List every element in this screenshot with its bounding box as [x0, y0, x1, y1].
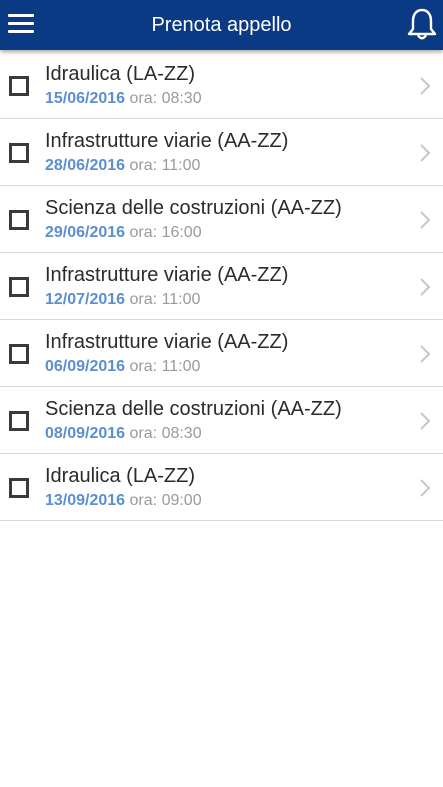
exam-row[interactable]: Idraulica (LA-ZZ) 13/09/2016 ora: 09:00	[0, 454, 443, 521]
exam-name: Scienza delle costruzioni (AA-ZZ)	[45, 398, 342, 420]
exam-name: Infrastrutture viarie (AA-ZZ)	[45, 130, 289, 152]
time-label: ora:	[129, 492, 158, 509]
exam-date: 13/09/2016	[45, 492, 126, 509]
exam-meta: 06/09/2016 ora: 11:00	[45, 357, 200, 377]
app-header: Prenota appello	[0, 0, 443, 50]
exam-time: 11:00	[161, 358, 201, 375]
bell-icon[interactable]	[403, 5, 441, 43]
exam-date: 28/06/2016	[45, 157, 126, 174]
exam-row[interactable]: Infrastrutture viarie (AA-ZZ) 06/09/2016…	[0, 320, 443, 387]
exam-meta: 12/07/2016 ora: 11:00	[45, 290, 200, 310]
checkbox[interactable]	[9, 478, 29, 498]
exam-meta: 28/06/2016 ora: 11:00	[45, 156, 200, 176]
exam-time: 09:00	[161, 492, 202, 509]
exam-row[interactable]: Idraulica (LA-ZZ) 15/06/2016 ora: 08:30	[0, 52, 443, 119]
page-title: Prenota appello	[151, 14, 292, 36]
exam-name: Idraulica (LA-ZZ)	[45, 465, 196, 487]
checkbox[interactable]	[9, 411, 29, 431]
exam-date: 08/09/2016	[45, 425, 126, 442]
exam-time: 08:30	[161, 425, 202, 442]
exam-time: 08:30	[161, 90, 202, 107]
checkbox[interactable]	[9, 76, 29, 96]
exam-meta: 29/06/2016 ora: 16:00	[45, 223, 202, 243]
exam-name: Infrastrutture viarie (AA-ZZ)	[45, 331, 289, 353]
chevron-right-icon	[420, 479, 431, 497]
checkbox[interactable]	[9, 210, 29, 230]
exam-list: Idraulica (LA-ZZ) 15/06/2016 ora: 08:30 …	[0, 52, 443, 521]
exam-row[interactable]: Infrastrutture viarie (AA-ZZ) 12/07/2016…	[0, 253, 443, 320]
exam-date: 12/07/2016	[45, 291, 126, 308]
exam-name: Scienza delle costruzioni (AA-ZZ)	[45, 197, 342, 219]
exam-row[interactable]: Scienza delle costruzioni (AA-ZZ) 08/09/…	[0, 387, 443, 454]
chevron-right-icon	[420, 77, 431, 95]
time-label: ora:	[129, 157, 158, 174]
exam-date: 06/09/2016	[45, 358, 126, 375]
exam-time: 11:00	[161, 291, 201, 308]
exam-meta: 13/09/2016 ora: 09:00	[45, 491, 202, 511]
chevron-right-icon	[420, 211, 431, 229]
time-label: ora:	[129, 291, 158, 308]
exam-row[interactable]: Infrastrutture viarie (AA-ZZ) 28/06/2016…	[0, 119, 443, 186]
checkbox[interactable]	[9, 344, 29, 364]
chevron-right-icon	[420, 345, 431, 363]
exam-meta: 15/06/2016 ora: 08:30	[45, 89, 202, 109]
exam-date: 15/06/2016	[45, 90, 126, 107]
exam-name: Infrastrutture viarie (AA-ZZ)	[45, 264, 289, 286]
exam-time: 16:00	[161, 224, 202, 241]
exam-name: Idraulica (LA-ZZ)	[45, 63, 196, 85]
chevron-right-icon	[420, 144, 431, 162]
time-label: ora:	[129, 224, 158, 241]
chevron-right-icon	[420, 412, 431, 430]
exam-row[interactable]: Scienza delle costruzioni (AA-ZZ) 29/06/…	[0, 186, 443, 253]
exam-meta: 08/09/2016 ora: 08:30	[45, 424, 202, 444]
checkbox[interactable]	[9, 143, 29, 163]
time-label: ora:	[129, 358, 158, 375]
time-label: ora:	[129, 90, 158, 107]
exam-date: 29/06/2016	[45, 224, 126, 241]
chevron-right-icon	[420, 278, 431, 296]
time-label: ora:	[129, 425, 158, 442]
checkbox[interactable]	[9, 277, 29, 297]
exam-time: 11:00	[161, 157, 201, 174]
